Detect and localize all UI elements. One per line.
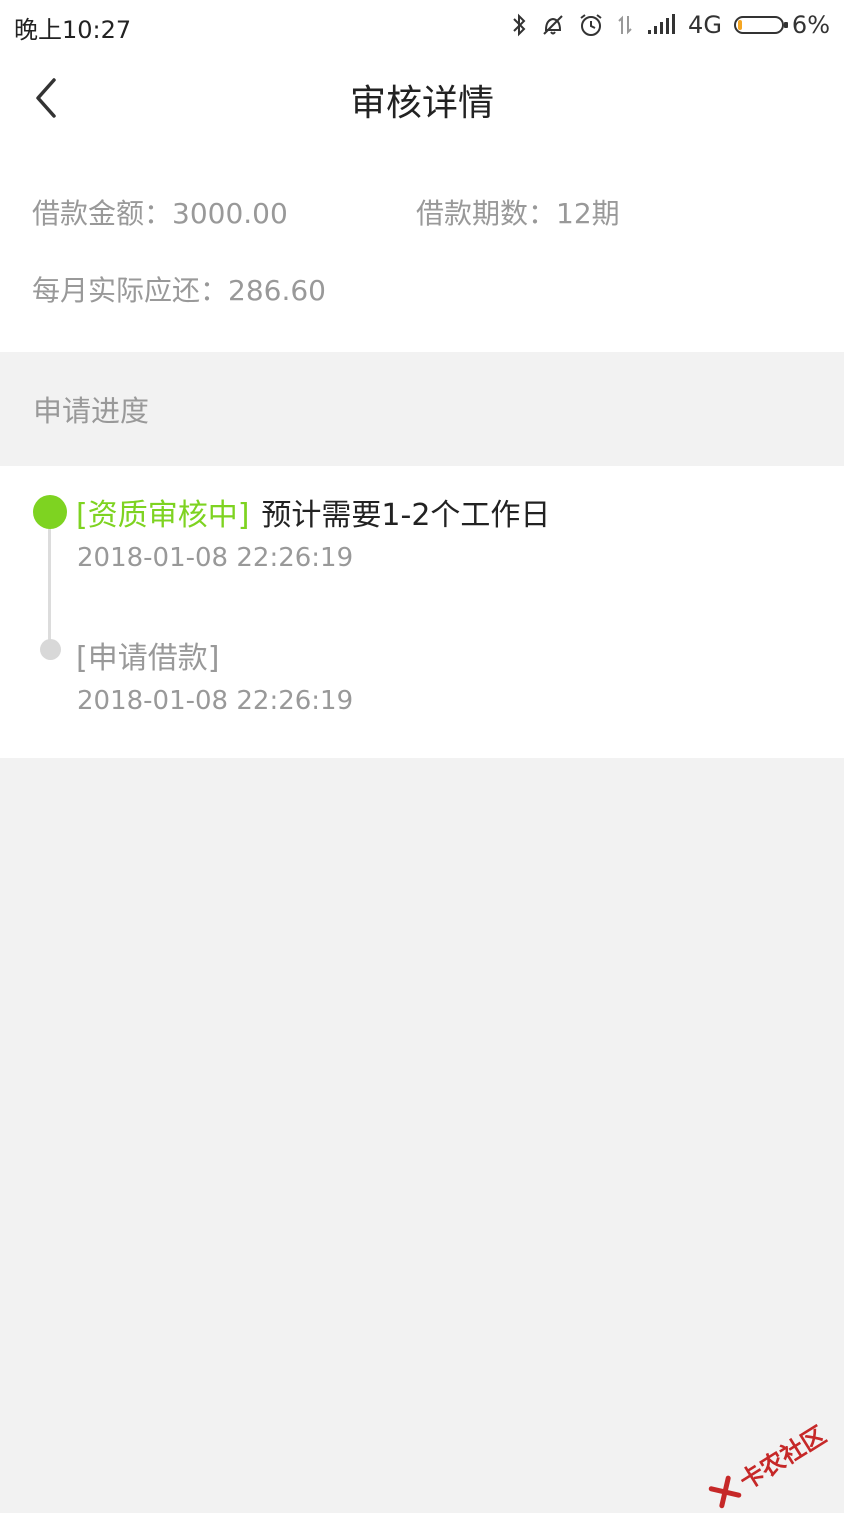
timeline-step-1-description: 预计需要1-2个工作日 bbox=[261, 498, 551, 533]
network-type: 4G bbox=[688, 11, 722, 39]
timeline-dot-active bbox=[33, 495, 67, 529]
timeline-step-2-status: [申请借款] bbox=[76, 641, 220, 676]
battery-tip bbox=[783, 22, 788, 28]
watermark-text: 卡农社区 bbox=[734, 1420, 832, 1496]
page-title: 审核详情 bbox=[349, 83, 494, 124]
silent-bell-icon bbox=[540, 12, 566, 38]
signal-icon bbox=[646, 14, 676, 36]
battery-shell bbox=[733, 16, 788, 34]
timeline-step-2-time: 2018-01-08 22:26:19 bbox=[77, 686, 354, 716]
alarm-icon bbox=[578, 12, 604, 38]
progress-timeline: [资质审核中] 预计需要1-2个工作日 2018-01-08 22:26:19 [… bbox=[0, 466, 844, 758]
battery-percent: 6% bbox=[791, 11, 830, 39]
timeline-dot-inactive bbox=[40, 639, 61, 660]
battery-fill bbox=[737, 20, 742, 30]
timeline-step-1-title: [资质审核中] 预计需要1-2个工作日 bbox=[76, 490, 550, 534]
loan-periods: 借款期数：12期 bbox=[416, 197, 620, 230]
timeline-line bbox=[48, 514, 51, 650]
watermark: 卡农社区 bbox=[704, 1416, 831, 1513]
loan-summary: 借款金额：3000.00 借款期数：12期 每月实际应还：286.60 bbox=[0, 146, 844, 352]
app-header: 审核详情 bbox=[0, 50, 844, 146]
watermark-logo-icon bbox=[708, 1475, 742, 1508]
timeline-step-1-time: 2018-01-08 22:26:19 bbox=[77, 543, 354, 573]
progress-section-title: 申请进度 bbox=[33, 394, 150, 428]
data-transfer-icon bbox=[616, 12, 634, 38]
status-icons: 4G 6% bbox=[510, 8, 830, 42]
timeline-step-1-status: [资质审核中] bbox=[76, 498, 250, 533]
battery-icon: 6% bbox=[733, 11, 830, 39]
bluetooth-icon bbox=[510, 12, 528, 38]
status-time: 晚上10:27 bbox=[14, 16, 132, 44]
loan-amount: 借款金额：3000.00 bbox=[32, 197, 288, 230]
status-bar: 晚上10:27 4G 6% bbox=[0, 0, 844, 50]
monthly-payment: 每月实际应还：286.60 bbox=[32, 274, 326, 307]
